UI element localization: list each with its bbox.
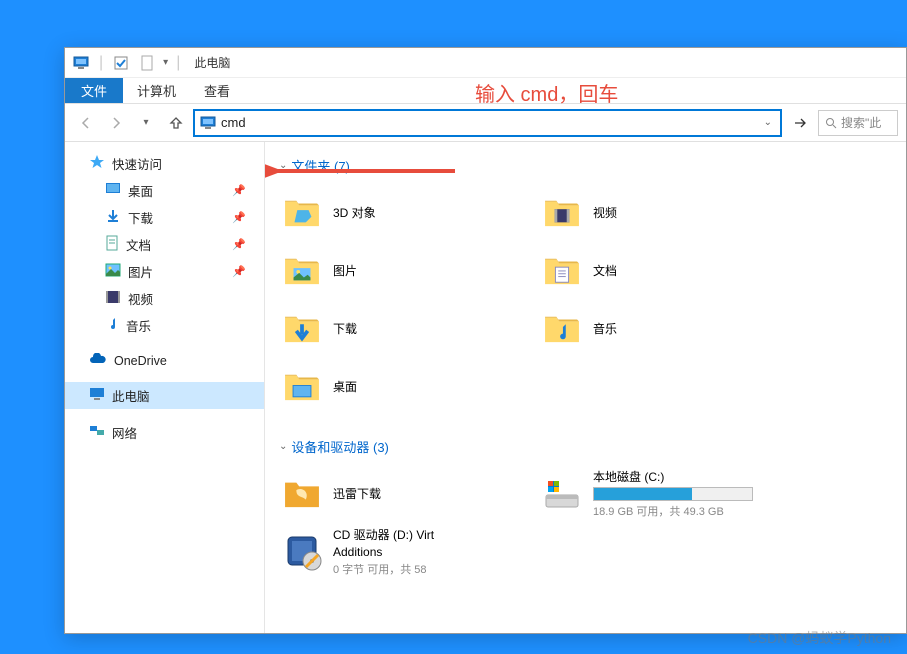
folder-music[interactable]: 音乐 bbox=[539, 301, 789, 355]
folder-icon bbox=[541, 307, 583, 349]
sidebar-item-documents[interactable]: 文档📌 bbox=[105, 231, 264, 258]
sidebar-item-videos[interactable]: 视频 bbox=[105, 285, 264, 312]
folder-3d-objects[interactable]: 3D 对象 bbox=[279, 185, 529, 239]
folder-documents[interactable]: 文档 bbox=[539, 243, 789, 297]
explorer-window: | ▾ | 此电脑 文件 计算机 查看 输入 cmd，回车 ▾ cmd ⌄ bbox=[64, 47, 907, 634]
forward-button[interactable] bbox=[103, 110, 129, 136]
document-icon[interactable] bbox=[137, 53, 157, 73]
pc-icon bbox=[89, 387, 105, 404]
pc-icon bbox=[199, 114, 217, 132]
navigation-row: ▾ cmd ⌄ 搜索"此 bbox=[65, 104, 906, 142]
address-bar[interactable]: cmd ⌄ bbox=[193, 109, 782, 137]
tab-computer[interactable]: 计算机 bbox=[123, 78, 190, 103]
search-placeholder: 搜索"此 bbox=[841, 114, 881, 131]
folder-icon bbox=[281, 249, 323, 291]
content-area: ⌄文件夹 (7) 3D 对象 视频 图片 文档 下载 音乐 桌面 ⌄设备和驱动器… bbox=[265, 142, 906, 633]
devices-group-header[interactable]: ⌄设备和驱动器 (3) bbox=[279, 437, 892, 456]
pin-icon: 📌 bbox=[232, 211, 246, 224]
folder-downloads[interactable]: 下载 bbox=[279, 301, 529, 355]
folder-desktop[interactable]: 桌面 bbox=[279, 359, 529, 413]
pin-icon: 📌 bbox=[232, 184, 246, 197]
sidebar-onedrive[interactable]: OneDrive bbox=[65, 349, 264, 372]
pin-icon: 📌 bbox=[232, 265, 246, 278]
cd-drive-icon bbox=[281, 530, 323, 572]
window-title: 此电脑 bbox=[194, 54, 230, 71]
sidebar: 快速访问 桌面📌 下载📌 文档📌 图片📌 视频 音乐 OneDrive 此电脑 … bbox=[65, 142, 265, 633]
sidebar-item-pictures[interactable]: 图片📌 bbox=[105, 258, 264, 285]
folder-icon bbox=[281, 191, 323, 233]
folder-pictures[interactable]: 图片 bbox=[279, 243, 529, 297]
chevron-down-icon: ⌄ bbox=[279, 441, 287, 452]
sidebar-network[interactable]: 网络 bbox=[65, 419, 264, 446]
address-dropdown-icon[interactable]: ⌄ bbox=[760, 117, 776, 128]
download-icon bbox=[105, 208, 121, 227]
devices-grid: 迅雷下载 本地磁盘 (C:) 18.9 GB 可用，共 49.3 GB CD 驱… bbox=[279, 466, 892, 578]
disk-icon bbox=[541, 472, 583, 514]
disk-usage-bar bbox=[593, 487, 753, 501]
checkbox-icon[interactable] bbox=[111, 53, 131, 73]
address-input[interactable]: cmd bbox=[221, 115, 760, 130]
video-icon bbox=[105, 290, 121, 307]
device-cd-drive-d[interactable]: CD 驱动器 (D:) Virt Additions 0 字节 可用，共 58 bbox=[279, 524, 529, 578]
search-box[interactable]: 搜索"此 bbox=[818, 110, 898, 136]
folder-icon bbox=[281, 365, 323, 407]
pin-icon: 📌 bbox=[232, 238, 246, 251]
star-icon bbox=[89, 154, 105, 173]
refresh-button[interactable] bbox=[786, 110, 814, 136]
up-button[interactable] bbox=[163, 110, 189, 136]
sidebar-quick-access[interactable]: 快速访问 bbox=[65, 150, 264, 177]
folders-grid: 3D 对象 视频 图片 文档 下载 音乐 桌面 bbox=[279, 185, 892, 413]
sidebar-item-music[interactable]: 音乐 bbox=[105, 312, 264, 339]
body-area: 快速访问 桌面📌 下载📌 文档📌 图片📌 视频 音乐 OneDrive 此电脑 … bbox=[65, 142, 906, 633]
music-icon bbox=[105, 316, 119, 335]
separator: | bbox=[99, 54, 103, 72]
sidebar-this-pc[interactable]: 此电脑 bbox=[65, 382, 264, 409]
device-xunlei[interactable]: 迅雷下载 bbox=[279, 466, 529, 520]
sidebar-item-downloads[interactable]: 下载📌 bbox=[105, 204, 264, 231]
back-button[interactable] bbox=[73, 110, 99, 136]
folders-group-header[interactable]: ⌄文件夹 (7) bbox=[279, 156, 892, 175]
this-pc-icon bbox=[71, 53, 91, 73]
file-tab[interactable]: 文件 bbox=[65, 78, 123, 103]
folder-videos[interactable]: 视频 bbox=[539, 185, 789, 239]
folder-icon bbox=[281, 307, 323, 349]
separator: | bbox=[176, 54, 180, 72]
folder-icon bbox=[541, 191, 583, 233]
title-bar: | ▾ | 此电脑 bbox=[65, 48, 906, 78]
cloud-icon bbox=[89, 353, 107, 368]
device-local-disk-c[interactable]: 本地磁盘 (C:) 18.9 GB 可用，共 49.3 GB bbox=[539, 466, 789, 520]
folder-icon bbox=[541, 249, 583, 291]
watermark: CSDN @蚂蚁学Python bbox=[748, 628, 891, 648]
ribbon-tabs: 文件 计算机 查看 bbox=[65, 78, 906, 104]
qat-dropdown-icon[interactable]: ▾ bbox=[163, 57, 168, 68]
sidebar-item-desktop[interactable]: 桌面📌 bbox=[105, 177, 264, 204]
network-icon bbox=[89, 424, 105, 441]
document-icon bbox=[105, 235, 119, 254]
chevron-down-icon: ⌄ bbox=[279, 160, 287, 171]
desktop-icon bbox=[105, 182, 121, 199]
history-dropdown-icon[interactable]: ▾ bbox=[133, 110, 159, 136]
picture-icon bbox=[105, 263, 121, 280]
folder-icon bbox=[281, 472, 323, 514]
tab-view[interactable]: 查看 bbox=[190, 78, 244, 103]
